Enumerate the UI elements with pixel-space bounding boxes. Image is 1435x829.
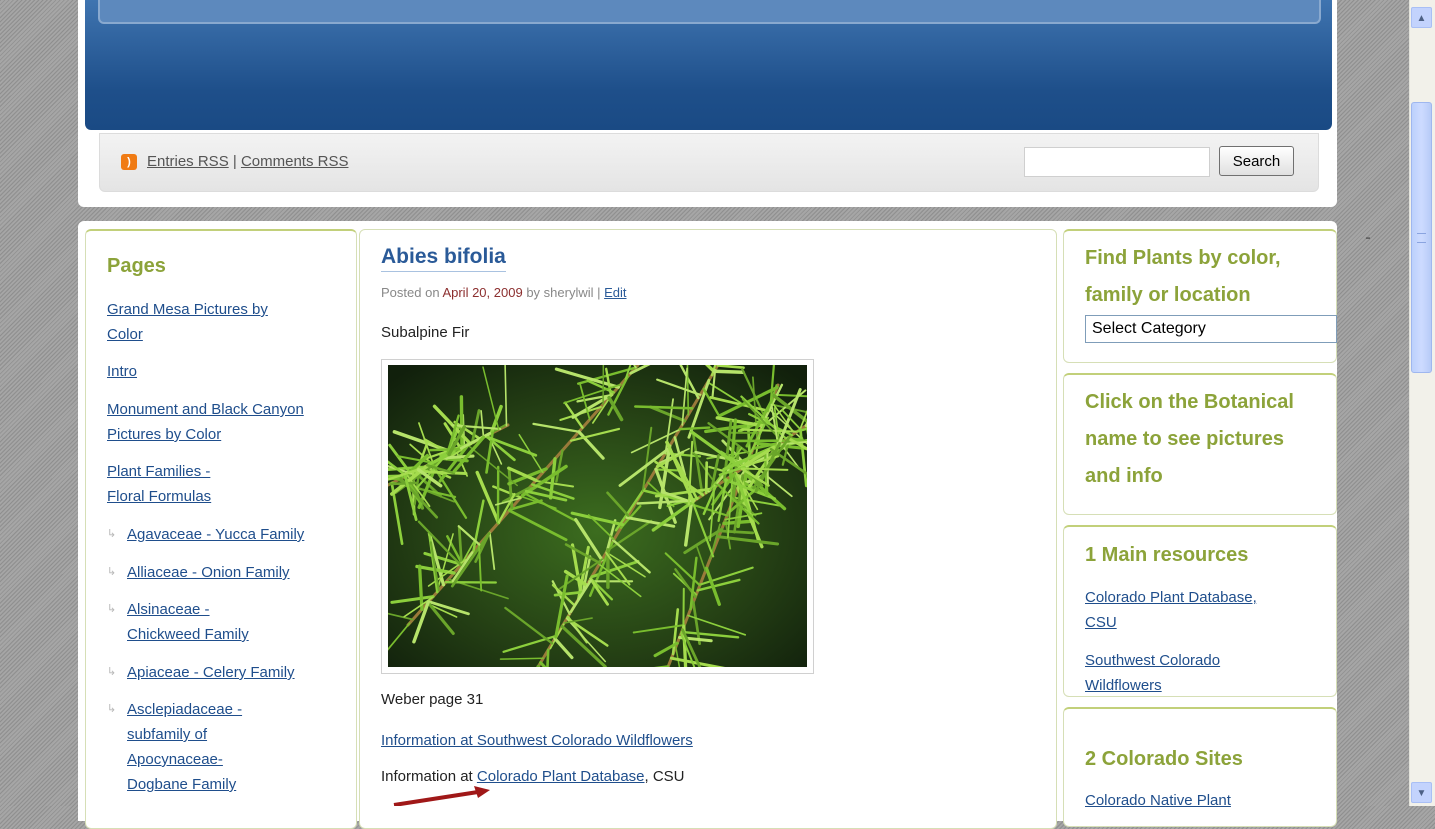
subnav-link-asclepiadaceae[interactable]: Asclepiadaceae - subfamily of Apocynacea… bbox=[127, 701, 242, 793]
click-info-heading: Click on the Botanical name to see pictu… bbox=[1085, 384, 1325, 495]
swcw-link[interactable]: Information at Southwest Colorado Wildfl… bbox=[381, 732, 693, 749]
nav-item-plant-families: Plant Families - Floral Formulas bbox=[107, 459, 347, 509]
subnav-link-agavaceae[interactable]: Agavaceae - Yucca Family bbox=[127, 526, 304, 543]
resource-item: Southwest Colorado Wildflowers bbox=[1085, 648, 1255, 698]
subpage-arrow-icon: ↳ bbox=[107, 522, 127, 547]
common-name: Subalpine Fir bbox=[381, 324, 469, 341]
scroll-down-arrow-icon[interactable]: ▼ bbox=[1411, 782, 1432, 803]
subnav-item: ↳Asclepiadaceae - subfamily of Apocynace… bbox=[107, 697, 347, 797]
resource-link-cpd[interactable]: Colorado Plant Database, CSU bbox=[1085, 589, 1257, 631]
nav-item-monument: Monument and Black Canyon Pictures by Co… bbox=[107, 397, 347, 447]
post-author: by sherylwil | bbox=[526, 285, 600, 300]
subpage-arrow-icon: ↳ bbox=[107, 660, 127, 685]
nav-item-grand-mesa: Grand Mesa Pictures by Color bbox=[107, 297, 347, 347]
post-meta-prefix: Posted on bbox=[381, 285, 440, 300]
post-meta: Posted on April 20, 2009 by sherylwil | … bbox=[381, 285, 627, 300]
subnav-link-alliaceae[interactable]: Alliaceae - Onion Family bbox=[127, 564, 290, 581]
post-title: Abies bifolia bbox=[381, 245, 506, 272]
subpage-arrow-icon: ↳ bbox=[107, 697, 127, 722]
edit-link[interactable]: Edit bbox=[604, 285, 626, 300]
weber-page: Weber page 31 bbox=[381, 691, 483, 708]
red-arrow-icon bbox=[392, 786, 492, 806]
subnav-item: ↳Apiaceae - Celery Family bbox=[107, 660, 347, 685]
comments-rss-link[interactable]: Comments RSS bbox=[241, 153, 349, 170]
site-link-cnp[interactable]: Colorado Native Plant bbox=[1085, 792, 1231, 809]
nav-item-intro: Intro bbox=[107, 359, 347, 384]
rss-links: Entries RSS | Comments RSS bbox=[147, 153, 348, 170]
search-button[interactable]: Search bbox=[1219, 146, 1294, 176]
subpage-arrow-icon: ↳ bbox=[107, 597, 127, 622]
banner-inner-frame bbox=[98, 0, 1321, 24]
scroll-grip bbox=[1417, 233, 1426, 243]
nav-link-plant-families[interactable]: Plant Families - Floral Formulas bbox=[107, 459, 247, 509]
colorado-sites-heading: 2 Colorado Sites bbox=[1085, 741, 1243, 778]
info-cpd-suffix: , CSU bbox=[645, 768, 685, 785]
nav-link-monument[interactable]: Monument and Black Canyon Pictures by Co… bbox=[107, 397, 337, 447]
search-input[interactable] bbox=[1024, 147, 1210, 177]
resource-item: Colorado Plant Database, CSU bbox=[1085, 585, 1285, 635]
rss-icon: ) bbox=[121, 154, 137, 170]
entries-rss-link[interactable]: Entries RSS bbox=[147, 153, 229, 170]
nav-link-intro[interactable]: Intro bbox=[107, 363, 137, 380]
main-resources-heading: 1 Main resources bbox=[1085, 537, 1248, 574]
subnav-link-alsinaceae[interactable]: Alsinaceae - Chickweed Family bbox=[127, 601, 249, 643]
post-title-link[interactable]: Abies bifolia bbox=[381, 245, 506, 268]
subnav-item: ↳Alliaceae - Onion Family bbox=[107, 560, 347, 585]
resource-link-swcw[interactable]: Southwest Colorado Wildflowers bbox=[1085, 652, 1220, 694]
find-plants-heading: Find Plants by color, family or location bbox=[1085, 240, 1325, 314]
scroll-up-arrow-icon[interactable]: ▲ bbox=[1411, 7, 1432, 28]
cpd-link[interactable]: Colorado Plant Database bbox=[477, 768, 645, 785]
info-cpd: Information at Colorado Plant Database, … bbox=[381, 768, 685, 785]
nav-link-grand-mesa[interactable]: Grand Mesa Pictures by Color bbox=[107, 297, 277, 347]
info-swcw: Information at Southwest Colorado Wildfl… bbox=[381, 732, 693, 749]
rss-separator: | bbox=[233, 153, 237, 170]
category-select[interactable]: Select Category bbox=[1085, 315, 1337, 343]
subalpine-fir-photo[interactable] bbox=[388, 365, 807, 667]
post-date: April 20, 2009 bbox=[442, 285, 522, 300]
pages-heading: Pages bbox=[107, 255, 166, 278]
site-item: Colorado Native Plant bbox=[1085, 788, 1285, 813]
subnav-item: ↳Agavaceae - Yucca Family bbox=[107, 522, 347, 547]
info-cpd-prefix: Information at bbox=[381, 768, 473, 785]
subpage-arrow-icon: ↳ bbox=[107, 560, 127, 585]
subnav-item: ↳Alsinaceae - Chickweed Family bbox=[107, 597, 347, 647]
subnav-link-apiaceae[interactable]: Apiaceae - Celery Family bbox=[127, 664, 295, 681]
